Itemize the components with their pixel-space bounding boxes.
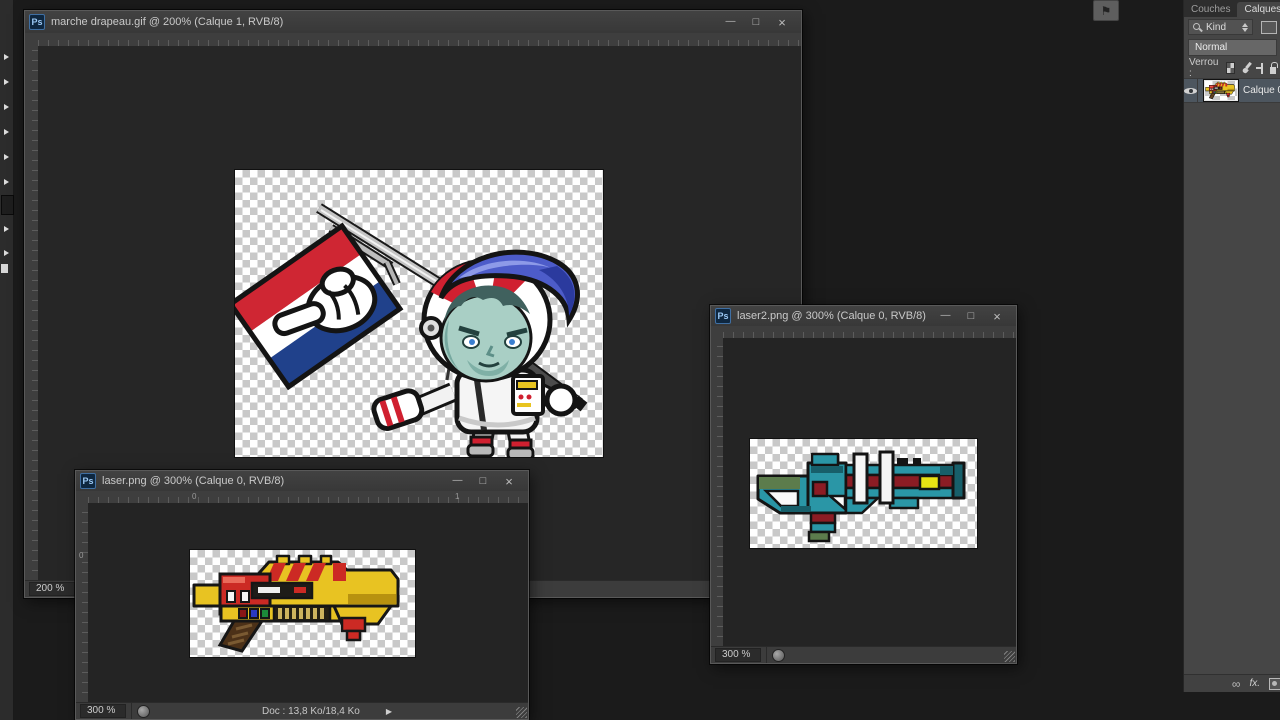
layer-style-fx-icon[interactable]: fx. xyxy=(1249,678,1260,689)
window-controls: — □ × xyxy=(717,14,795,30)
blend-row: Normal xyxy=(1184,37,1280,58)
window-laser2: Ps laser2.png @ 300% (Calque 0, RVB/8) —… xyxy=(710,305,1017,664)
photoshop-icon[interactable]: Ps xyxy=(715,308,731,324)
maximize-button[interactable]: □ xyxy=(743,14,769,30)
close-button[interactable]: × xyxy=(496,473,522,489)
layer-thumbnail[interactable] xyxy=(1204,80,1238,101)
lock-row: Verrou : xyxy=(1184,58,1280,78)
updown-arrows-icon xyxy=(1242,23,1248,32)
tool-flyout-arrow-icon xyxy=(4,54,9,60)
tool-flyout-arrow-icon xyxy=(4,129,9,135)
lock-pixels-brush-icon[interactable] xyxy=(1242,62,1249,74)
status-info-icon[interactable] xyxy=(137,705,150,718)
filter-kind-label: Kind xyxy=(1206,22,1226,33)
lock-transparency-icon[interactable] xyxy=(1226,62,1234,74)
horizontal-ruler[interactable] xyxy=(38,33,801,47)
maximize-button[interactable]: □ xyxy=(958,308,984,324)
zoom-level-field[interactable]: 300 % xyxy=(80,704,126,718)
visibility-eye-icon[interactable] xyxy=(1184,84,1197,97)
minimize-button[interactable]: — xyxy=(444,473,470,489)
separator xyxy=(766,647,767,663)
astronaut-flag-image[interactable] xyxy=(234,169,604,458)
tab-calques[interactable]: Calques xyxy=(1237,2,1280,17)
window-laser-title: laser.png @ 300% (Calque 0, RVB/8) xyxy=(102,475,284,487)
maximize-button[interactable]: □ xyxy=(470,473,496,489)
flag-icon[interactable]: ⚑ xyxy=(1093,0,1119,21)
color-swatch[interactable] xyxy=(1,264,8,273)
window-main-titlebar[interactable]: Ps marche drapeau.gif @ 200% (Calque 1, … xyxy=(25,11,801,34)
zoom-level-field[interactable]: 300 % xyxy=(715,648,761,662)
link-layers-icon[interactable]: ∞ xyxy=(1232,678,1241,690)
tool-flyout-arrow-icon xyxy=(4,154,9,160)
expand-arrow-icon[interactable]: ▶ xyxy=(386,707,392,716)
lock-label: Verrou : xyxy=(1189,57,1218,79)
ruler-label: 1 xyxy=(455,492,459,501)
close-button[interactable]: × xyxy=(769,14,795,30)
panel-tabs: Couches Calques xyxy=(1184,0,1280,17)
separator xyxy=(131,703,132,719)
tool-flyout-arrow-icon xyxy=(4,104,9,110)
status-bar: 300 % xyxy=(711,646,1016,663)
tool-flyout-arrow-icon xyxy=(4,250,9,256)
lock-all-icon[interactable] xyxy=(1270,67,1276,74)
layer-row[interactable]: Calque 0 xyxy=(1184,78,1280,103)
blend-mode-dropdown[interactable]: Normal xyxy=(1188,39,1277,56)
ruler-corner xyxy=(25,33,39,47)
tool-flyout-arrow-icon xyxy=(4,79,9,85)
photoshop-icon[interactable]: Ps xyxy=(80,473,96,489)
resize-grip[interactable] xyxy=(1004,651,1015,662)
tool-flyout-arrow-icon xyxy=(4,179,9,185)
search-icon xyxy=(1193,23,1202,32)
doc-size-info: Doc : 13,8 Ko/18,4 Ko xyxy=(262,706,360,717)
window-controls: — □ × xyxy=(444,473,522,489)
status-info-icon[interactable] xyxy=(772,649,785,662)
zoom-level-field[interactable]: 200 % xyxy=(29,582,75,596)
window-laser2-title: laser2.png @ 300% (Calque 0, RVB/8) xyxy=(737,310,926,322)
window-controls: — □ × xyxy=(932,308,1010,324)
layer-name[interactable]: Calque 0 xyxy=(1243,85,1280,96)
tab-couches[interactable]: Couches xyxy=(1184,2,1237,17)
minimize-button[interactable]: — xyxy=(717,14,743,30)
ruler-label: 0 xyxy=(79,551,83,560)
layers-panel: Couches Calques Kind Normal Verrou : Cal… xyxy=(1183,0,1280,692)
minimize-button[interactable]: — xyxy=(932,308,958,324)
window-laser: Ps laser.png @ 300% (Calque 0, RVB/8) — … xyxy=(75,470,529,720)
tool-flyout-arrow-icon xyxy=(4,226,9,232)
status-bar: 300 % Doc : 13,8 Ko/18,4 Ko ▶ xyxy=(76,702,528,719)
lock-position-move-icon[interactable] xyxy=(1256,63,1263,74)
vertical-ruler[interactable] xyxy=(25,46,39,581)
visibility-cell[interactable] xyxy=(1184,79,1198,102)
ruler-label: 0 xyxy=(192,492,196,501)
tools-sliver[interactable] xyxy=(0,0,14,720)
panel-footer: ∞ fx. xyxy=(1184,674,1280,692)
window-laser-titlebar[interactable]: Ps laser.png @ 300% (Calque 0, RVB/8) — … xyxy=(76,471,528,492)
filter-row: Kind xyxy=(1184,17,1280,37)
resize-grip[interactable] xyxy=(516,707,527,718)
layer-mask-icon[interactable] xyxy=(1269,678,1280,690)
selected-tool-highlight[interactable] xyxy=(1,195,14,215)
close-button[interactable]: × xyxy=(984,308,1010,324)
photoshop-icon[interactable]: Ps xyxy=(29,14,45,30)
window-main-title: marche drapeau.gif @ 200% (Calque 1, RVB… xyxy=(51,16,283,28)
filter-pixel-layers-icon[interactable] xyxy=(1261,21,1277,34)
laser-gun-image[interactable] xyxy=(189,549,416,658)
filter-kind-dropdown[interactable]: Kind xyxy=(1188,19,1253,35)
laser2-gun-image[interactable] xyxy=(749,438,978,549)
window-laser2-titlebar[interactable]: Ps laser2.png @ 300% (Calque 0, RVB/8) —… xyxy=(711,306,1016,327)
